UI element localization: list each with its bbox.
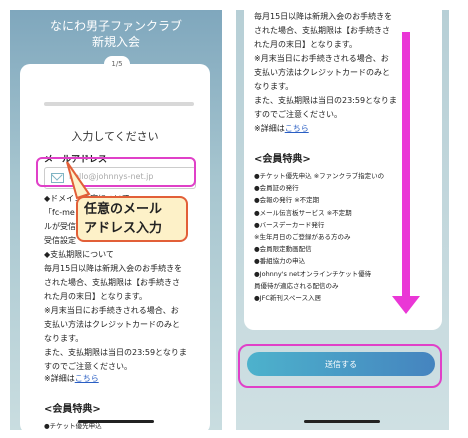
benefits-heading: <会員特典> [44,404,101,415]
title-line-2: 新規入会 [91,35,140,49]
callout-line-2: アドレス入力 [84,221,163,236]
details-prefix: ※詳細は [44,374,75,383]
details-line-scrolled: ※詳細はこちら [254,122,309,136]
details-prefix: ※詳細は [254,124,285,133]
details-link[interactable]: こちら [75,374,99,383]
callout-pointer [66,161,91,200]
scroll-arrow-head [392,296,420,314]
instruction-callout: 任意のメール アドレス入力 [76,196,188,242]
details-link[interactable]: こちら [285,124,309,133]
scroll-arrow-shaft [402,32,410,302]
home-indicator-right [304,420,380,423]
benefits-heading-scrolled: <会員特典> [254,154,311,165]
page-title: なにわ男子ファンクラブ 新規入会 [10,18,222,50]
details-line: ※詳細はこちら [44,372,99,386]
form-card: 入力してください メールアドレス hello@johnnys-net.jp ◆ド… [20,64,210,430]
payment-note: ◆支払期限について 毎月15日以降は新規入会のお手続きを された場合、支払期限は… [44,250,187,371]
callout-line-1: 任意のメール [84,202,163,217]
step-indicator: 1/5 [104,56,130,72]
submit-button[interactable]: 送信する [247,352,435,376]
email-highlight [36,157,196,187]
form-card-scrolled: 毎月15日以降は新規入会のお手続きを された場合、支払期限は【お手続きさ れた月… [244,10,442,330]
progress-bar [44,102,194,106]
benefits-list: ●チケット優先申込 ※ファンクラブ指定いの ●会員証の発行 ●会報の発行 ※不定… [254,172,385,303]
home-indicator-left [78,420,154,423]
title-line-1: なにわ男子ファンクラブ [49,19,182,33]
form-heading: 入力してください [71,130,159,143]
